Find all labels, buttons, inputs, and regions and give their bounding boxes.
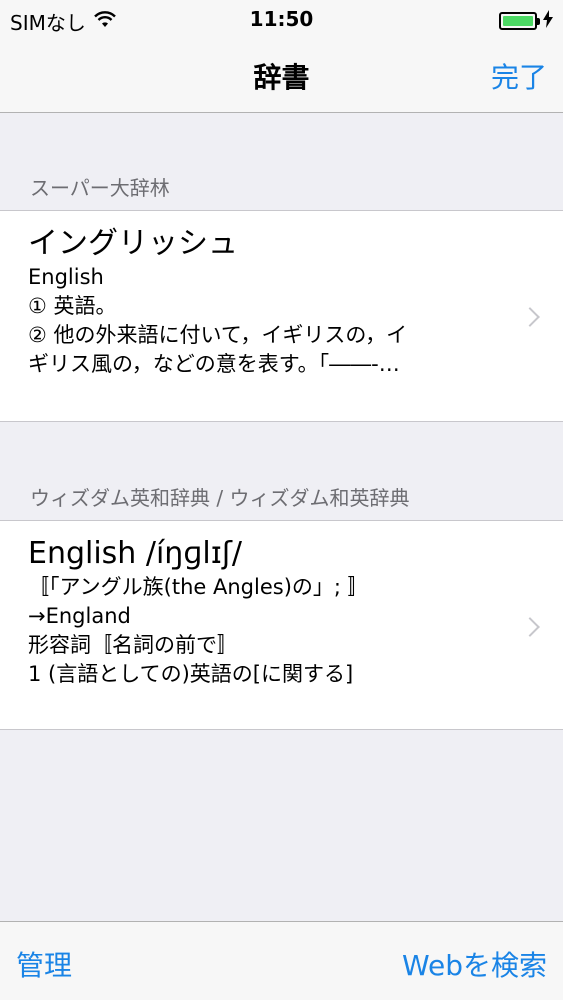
entry-line: ギリス風の，などの意を表す。「――-…: [28, 352, 400, 376]
status-time: 11:50: [249, 7, 314, 31]
charging-bolt-icon: [543, 9, 553, 33]
status-right: [499, 9, 553, 33]
battery-icon: [499, 12, 540, 30]
manage-button[interactable]: 管理: [16, 944, 72, 984]
entry-line: 形容詞〚名詞の前で〛: [28, 633, 238, 657]
chevron-right-icon: [520, 307, 540, 327]
entry-title: イングリッシュ: [28, 226, 238, 261]
entry-line: ① 英語。: [28, 294, 117, 318]
entry-line: 1 (言語としての)英語の[に関する]: [28, 662, 354, 686]
done-button[interactable]: 完了: [491, 56, 547, 96]
list-item-daijirin-entry[interactable]: イングリッシュ English ① 英語。 ② 他の外来語に付いて，イギリスの，…: [0, 210, 563, 422]
entry-line: →England: [28, 604, 131, 628]
section-header-wisdom: ウィズダム英和辞典 / ウィズダム和英辞典: [30, 486, 410, 510]
entry-body: English /íŋɡlɪʃ/ 〚「アングル族(the Angles)の」; …: [28, 535, 369, 689]
chevron-right-icon: [520, 617, 540, 637]
entry-line: English: [28, 265, 104, 289]
section-header-daijirin: スーパー大辞林: [30, 176, 170, 200]
page-title: 辞書: [253, 61, 310, 94]
list-item-wisdom-entry[interactable]: English /íŋɡlɪʃ/ 〚「アングル族(the Angles)の」; …: [0, 520, 563, 730]
entry-line: ② 他の外来語に付いて，イギリスの，イ: [28, 323, 408, 347]
nav-bar: 辞書 完了: [0, 40, 563, 113]
entry-body: イングリッシュ English ① 英語。 ② 他の外来語に付いて，イギリスの，…: [28, 225, 407, 379]
web-search-button[interactable]: Webを検索: [402, 944, 547, 984]
entry-line: 〚「アングル族(the Angles)の」; 〛: [28, 575, 369, 599]
battery-level: [503, 16, 533, 26]
status-bar: SIMなし 11:50: [0, 0, 563, 40]
bottom-toolbar: 管理 Webを検索: [0, 921, 563, 1000]
entry-title: English /íŋɡlɪʃ/: [28, 536, 243, 571]
